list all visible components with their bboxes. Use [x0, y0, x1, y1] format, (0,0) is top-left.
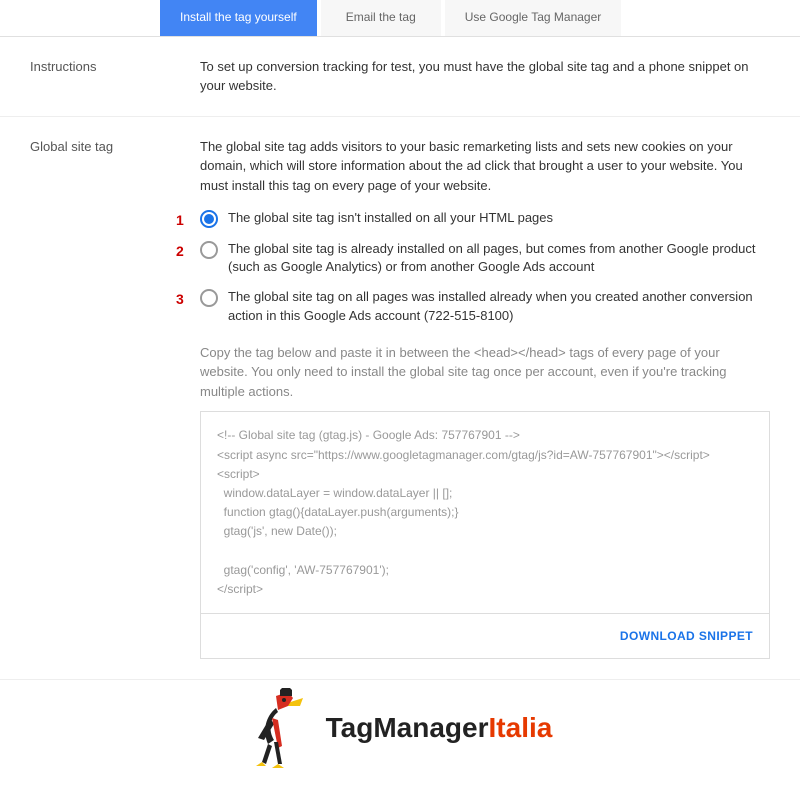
radio-label-1: The global site tag isn't installed on a… [228, 209, 770, 227]
annotation-1: 1 [176, 210, 184, 231]
download-snippet-link[interactable]: DOWNLOAD SNIPPET [620, 629, 753, 643]
instructions-section: Instructions To set up conversion tracki… [0, 37, 800, 117]
instructions-text: To set up conversion tracking for test, … [200, 57, 770, 96]
tagmanager-italia-logo: TagManagerItalia [248, 688, 553, 768]
global-site-tag-label: Global site tag [30, 137, 200, 659]
tab-use-gtm[interactable]: Use Google Tag Manager [445, 0, 622, 36]
radio-option-2[interactable] [200, 241, 218, 259]
instructions-label: Instructions [30, 57, 200, 96]
woodpecker-icon [248, 688, 318, 768]
tabs-row: Install the tag yourself Email the tag U… [0, 0, 800, 37]
tab-email-tag[interactable]: Email the tag [321, 0, 441, 36]
radio-row-2: 2 The global site tag is already install… [200, 240, 770, 276]
global-site-tag-intro: The global site tag adds visitors to you… [200, 137, 770, 196]
annotation-3: 3 [176, 289, 184, 310]
radio-row-1: 1 The global site tag isn't installed on… [200, 209, 770, 228]
radio-row-3: 3 The global site tag on all pages was i… [200, 288, 770, 324]
code-snippet-box[interactable]: <!-- Global site tag (gtag.js) - Google … [200, 411, 770, 614]
logo-text: TagManagerItalia [326, 712, 553, 744]
radio-label-2: The global site tag is already installed… [228, 240, 770, 276]
radio-option-3[interactable] [200, 289, 218, 307]
download-row: DOWNLOAD SNIPPET [200, 614, 770, 659]
radio-label-3: The global site tag on all pages was ins… [228, 288, 770, 324]
copy-instructions: Copy the tag below and paste it in betwe… [200, 343, 770, 402]
global-site-tag-section: Global site tag The global site tag adds… [0, 117, 800, 680]
radio-option-1[interactable] [200, 210, 218, 228]
tab-install-yourself[interactable]: Install the tag yourself [160, 0, 317, 36]
logo-area: TagManagerItalia [0, 680, 800, 788]
radio-group: 1 The global site tag isn't installed on… [200, 209, 770, 325]
annotation-2: 2 [176, 241, 184, 262]
